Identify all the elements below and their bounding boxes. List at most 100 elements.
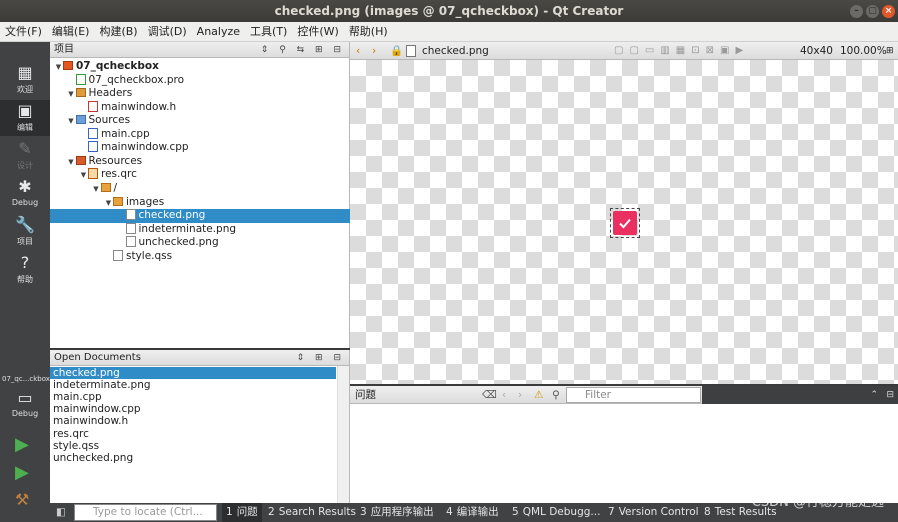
expand-arrow-icon[interactable]: ▼ [92, 183, 101, 197]
file-icon [113, 249, 123, 261]
minimize-button[interactable]: – [850, 5, 863, 18]
mode-welcome[interactable]: ▦ 欢迎 [0, 62, 50, 98]
open-documents-header: Open Documents ⇕ ⊞ ⊟ [50, 350, 349, 366]
forward-arrow-icon[interactable]: › [372, 42, 376, 60]
menu-edit[interactable]: 编辑(E) [47, 22, 95, 42]
editor-toolbar: ‹ › 🔒 checked.png ▢▢▭▥▦⊡⊠▣▶ 40x40 100.00… [350, 42, 898, 60]
panel-tools[interactable]: ⇕ ⊞ ⊟ [297, 350, 345, 366]
filter-icon[interactable]: ⚲ [552, 386, 560, 404]
tree-item[interactable]: 07_qcheckbox.pro [50, 73, 350, 88]
tree-item-label: checked.png [138, 209, 206, 222]
mode-help[interactable]: ? 帮助 [0, 252, 50, 288]
tree-item[interactable]: indeterminate.png [50, 222, 350, 237]
expand-arrow-icon[interactable]: ▼ [54, 61, 63, 75]
edit-icon: ▣ [17, 101, 33, 120]
tree-item[interactable]: checked.png [50, 209, 350, 223]
cpp-icon [88, 141, 98, 153]
debug-run-button[interactable]: ▶ [15, 462, 29, 483]
locate-input[interactable]: Type to locate (Ctrl... [74, 504, 217, 521]
tree-item[interactable]: ▼ 07_qcheckbox [50, 60, 350, 74]
menu-debug[interactable]: 调试(D) [143, 22, 192, 42]
issues-header: 问题 ⌫ ‹ › ⚠ ⚲ Filter ⌃ ⊟ [350, 386, 898, 404]
play-debug-icon: ▶ [15, 462, 29, 483]
output-tab[interactable]: 4 编译输出 [442, 503, 503, 522]
clean-icon[interactable]: ⌫ [482, 386, 497, 404]
split-icon[interactable]: ⊞ [886, 42, 894, 60]
menu-analyze[interactable]: Analyze [192, 22, 245, 42]
panel-tools[interactable]: ⇕ ⚲ ⇆ ⊞ ⊟ [261, 42, 345, 58]
mode-projects[interactable]: 🔧 项目 [0, 214, 50, 250]
output-tab[interactable]: 1 问题 [222, 503, 262, 522]
image-preview [610, 208, 640, 238]
maximize-button[interactable]: ▢ [866, 5, 879, 18]
open-document-item[interactable]: indeterminate.png [50, 379, 336, 391]
mode-design[interactable]: ✎ 设计 [0, 138, 50, 174]
menu-window[interactable]: 控件(W) [292, 22, 343, 42]
checked-image [613, 211, 637, 235]
output-tab[interactable]: 2 Search Results [264, 503, 360, 522]
tree-item[interactable]: style.qss [50, 249, 350, 264]
scrollbar[interactable] [337, 366, 349, 503]
tree-item[interactable]: mainwindow.h [50, 100, 350, 115]
image-tools[interactable]: ▢▢▭▥▦⊡⊠▣▶ [614, 42, 749, 60]
expand-arrow-icon[interactable]: ▼ [79, 169, 88, 183]
srcfld-icon [75, 115, 86, 125]
mode-debug[interactable]: ✱ Debug [0, 176, 50, 212]
tree-item[interactable]: mainwindow.cpp [50, 141, 350, 155]
menu-build[interactable]: 构建(B) [94, 22, 142, 42]
tree-item[interactable]: ▼ Sources [50, 114, 350, 128]
close-button[interactable]: × [882, 5, 895, 18]
menu-help[interactable]: 帮助(H) [344, 22, 393, 42]
open-documents-title: Open Documents [54, 352, 141, 363]
warning-icon[interactable]: ⚠ [534, 386, 543, 404]
wrench-icon: 🔧 [15, 215, 35, 234]
open-document-item[interactable]: res.qrc [50, 428, 336, 440]
maximize-panel-icon[interactable]: ⌃ [870, 386, 878, 404]
mode-edit[interactable]: ▣ 编辑 [0, 100, 50, 136]
sidebar-toggle-icon[interactable]: ◧ [56, 503, 66, 522]
expand-arrow-icon[interactable]: ▼ [67, 156, 76, 170]
open-document-item[interactable]: unchecked.png [50, 452, 336, 464]
tree-item[interactable]: unchecked.png [50, 236, 350, 250]
tree-item[interactable]: ▼ Resources [50, 155, 350, 169]
open-document-item[interactable]: style.qss [50, 440, 336, 452]
output-tab[interactable]: 5 QML Debugg... [508, 503, 604, 522]
tree-item[interactable]: ▼ / [50, 182, 350, 196]
tree-item-label: res.qrc [101, 168, 137, 181]
expand-arrow-icon[interactable]: ▼ [104, 197, 113, 211]
output-tab-label: Search Results [278, 506, 357, 518]
tree-item[interactable]: main.cpp [50, 127, 350, 142]
play-icon: ▶ [15, 434, 29, 455]
hammer-icon: ⚒ [15, 490, 30, 509]
tree-item[interactable]: ▼ images [50, 196, 350, 210]
prev-icon[interactable]: ‹ [502, 386, 506, 404]
output-tab[interactable]: 3 应用程序输出 [356, 503, 438, 522]
issues-filter-input[interactable]: Filter [566, 387, 701, 403]
tree-item[interactable]: ▼ res.qrc [50, 168, 350, 182]
tree-item-label: mainwindow.cpp [101, 141, 189, 154]
resfld-icon [75, 155, 86, 165]
open-document-item[interactable]: main.cpp [50, 391, 336, 403]
pencil-icon: ✎ [18, 139, 32, 158]
proj-icon [63, 61, 73, 70]
output-tab[interactable]: 7 Version Control [604, 503, 703, 522]
run-button[interactable]: ▶ [15, 434, 29, 455]
expand-arrow-icon[interactable]: ▼ [67, 88, 76, 102]
kit-selector[interactable]: ▭ Debug [0, 387, 50, 423]
open-document-item[interactable]: mainwindow.h [50, 415, 336, 427]
open-document-item[interactable]: checked.png [50, 367, 336, 379]
open-document-item[interactable]: mainwindow.cpp [50, 403, 336, 415]
build-button[interactable]: ⚒ [15, 490, 29, 509]
editor-file-name[interactable]: checked.png [422, 42, 489, 60]
menu-file[interactable]: 文件(F) [0, 22, 47, 42]
menu-tools[interactable]: 工具(T) [245, 22, 292, 42]
output-tab-number: 1 [226, 506, 233, 518]
zoom-level: 100.00% [840, 45, 887, 57]
expand-arrow-icon[interactable]: ▼ [67, 115, 76, 129]
tree-item[interactable]: ▼ Headers [50, 87, 350, 101]
tree-item-label: / [113, 181, 118, 194]
back-arrow-icon[interactable]: ‹ [356, 42, 360, 60]
next-icon[interactable]: › [518, 386, 522, 404]
tree-item-label: Sources [88, 114, 131, 127]
close-panel-icon[interactable]: ⊟ [886, 386, 894, 404]
